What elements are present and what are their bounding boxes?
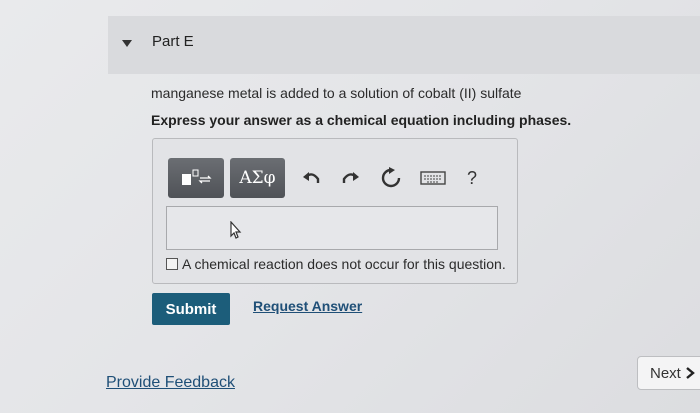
question-instruction: Express your answer as a chemical equati… [151, 112, 572, 128]
collapse-caret-icon[interactable] [122, 40, 132, 47]
part-title: Part E [152, 33, 194, 50]
redo-button[interactable] [338, 166, 362, 190]
submit-button[interactable]: Submit [152, 293, 230, 325]
no-reaction-checkbox[interactable] [166, 258, 178, 270]
help-button[interactable]: ? [462, 166, 482, 190]
answer-input[interactable] [166, 206, 498, 250]
mouse-pointer-icon [230, 221, 242, 239]
part-header[interactable]: Part E [108, 16, 700, 74]
symbols-button[interactable]: ΑΣφ [230, 158, 285, 198]
keyboard-button[interactable] [418, 166, 448, 190]
no-reaction-label: A chemical reaction does not occur for t… [182, 256, 506, 272]
templates-icon [182, 169, 212, 185]
equation-toolbar: ΑΣφ ? [168, 158, 508, 198]
reset-icon [381, 167, 401, 188]
next-button[interactable]: Next [637, 356, 700, 390]
no-reaction-option[interactable]: A chemical reaction does not occur for t… [166, 256, 506, 272]
templates-button[interactable] [168, 158, 224, 198]
reset-button[interactable] [378, 166, 404, 190]
keyboard-icon [420, 171, 446, 185]
undo-button[interactable] [300, 166, 324, 190]
question-prompt: manganese metal is added to a solution o… [151, 85, 522, 101]
redo-icon [342, 172, 359, 183]
request-answer-link[interactable]: Request Answer [253, 298, 362, 314]
provide-feedback-link[interactable]: Provide Feedback [106, 374, 235, 392]
undo-icon [303, 172, 320, 183]
next-label: Next [650, 364, 681, 382]
chevron-right-icon [686, 367, 695, 379]
